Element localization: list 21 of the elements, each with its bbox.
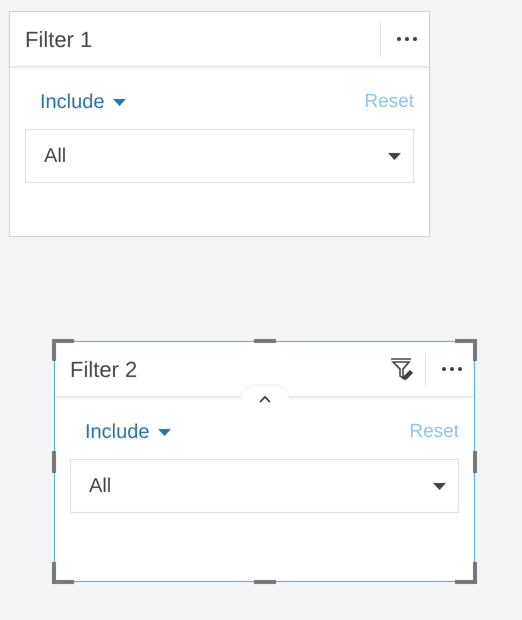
include-dropdown[interactable]: Include: [40, 87, 126, 117]
caret-icon: [388, 152, 401, 160]
filter-edit-icon[interactable]: [389, 356, 415, 382]
caret-icon: [112, 98, 126, 106]
chevron-up-icon: [258, 395, 272, 404]
card-title: Filter 1: [25, 26, 94, 54]
resize-handle[interactable]: [254, 339, 276, 343]
resize-handle[interactable]: [52, 339, 74, 361]
resize-handle[interactable]: [52, 562, 74, 584]
resize-handle[interactable]: [455, 339, 477, 361]
card-title: Filter 2: [70, 356, 138, 384]
resize-handle[interactable]: [473, 451, 477, 473]
value-select[interactable]: All: [70, 459, 459, 513]
caret-icon: [433, 482, 446, 490]
resize-handle[interactable]: [254, 580, 276, 584]
caret-icon: [158, 428, 170, 436]
resize-handle[interactable]: [52, 451, 56, 473]
resize-handle[interactable]: [455, 562, 477, 584]
collapse-toggle[interactable]: [240, 386, 290, 402]
value-select[interactable]: All: [25, 129, 414, 183]
include-dropdown[interactable]: Include: [85, 417, 170, 447]
